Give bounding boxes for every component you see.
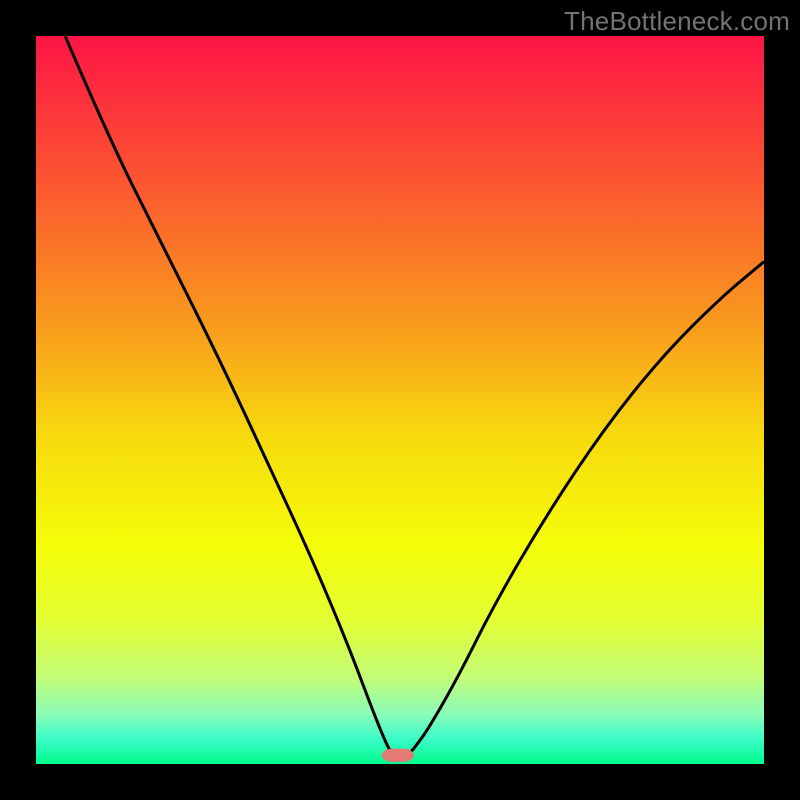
chart-svg [36,36,764,764]
watermark-text: TheBottleneck.com [564,6,790,37]
optimal-marker [382,749,414,762]
plot-area [36,36,764,764]
chart-frame: TheBottleneck.com [0,0,800,800]
gradient-background [36,36,764,764]
